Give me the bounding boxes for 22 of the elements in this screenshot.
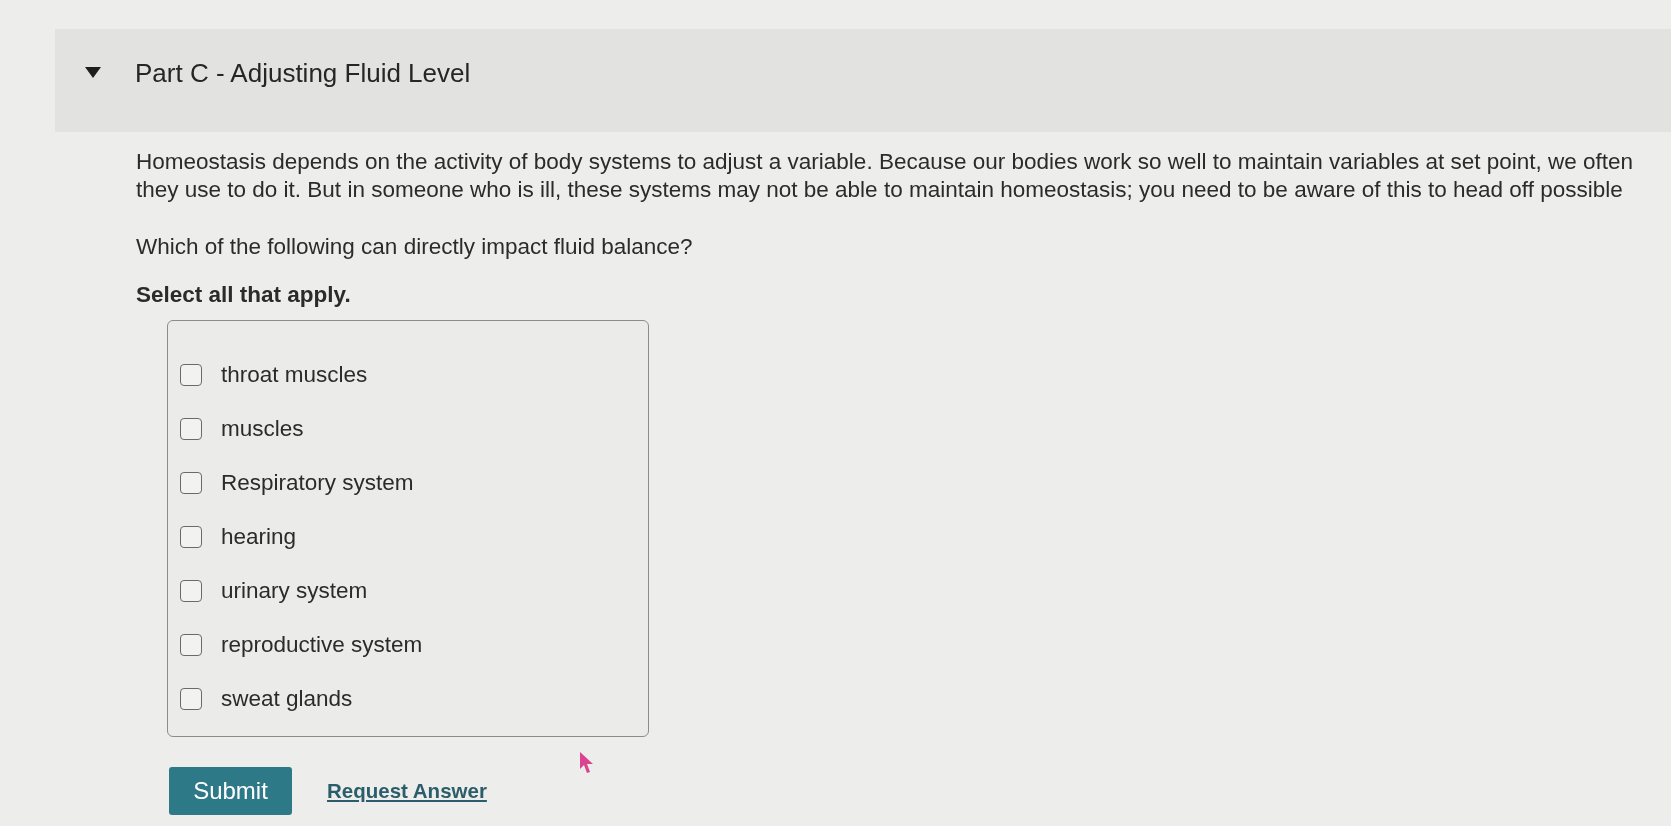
section-title: Part C - Adjusting Fluid Level xyxy=(135,57,471,88)
submit-button[interactable]: Submit xyxy=(169,767,292,815)
option-checkbox[interactable] xyxy=(180,472,202,494)
disclosure-triangle-icon[interactable] xyxy=(85,67,101,78)
option-label[interactable]: sweat glands xyxy=(221,685,353,713)
option-label[interactable]: Respiratory system xyxy=(221,469,414,497)
option-checkbox[interactable] xyxy=(180,526,202,548)
option-checkbox[interactable] xyxy=(180,418,202,440)
question-text: Which of the following can directly impact fluid balance? xyxy=(136,233,694,261)
option-checkbox[interactable] xyxy=(180,634,202,656)
option-label[interactable]: reproductive system xyxy=(221,631,423,659)
instruction-text: Select all that apply. xyxy=(136,281,352,309)
option-label[interactable]: muscles xyxy=(221,415,304,443)
intro-paragraph: Homeostasis depends on the activity of body systems to adjust a variable. Because our bodies work so well to maintain variables at set point, we often they use to do it. But in someone who is ill, these systems may not be able to maintain homeostasis; you need to be aware of this to head off possible xyxy=(136,148,1635,204)
option-label[interactable]: urinary system xyxy=(221,577,368,605)
option-checkbox[interactable] xyxy=(180,688,202,710)
option-label[interactable]: throat muscles xyxy=(221,361,368,389)
request-answer-link[interactable]: Request Answer xyxy=(327,775,487,807)
option-checkbox[interactable] xyxy=(180,580,202,602)
mouse-pointer-icon xyxy=(580,752,594,773)
option-label[interactable]: hearing xyxy=(221,523,297,551)
option-checkbox[interactable] xyxy=(180,364,202,386)
